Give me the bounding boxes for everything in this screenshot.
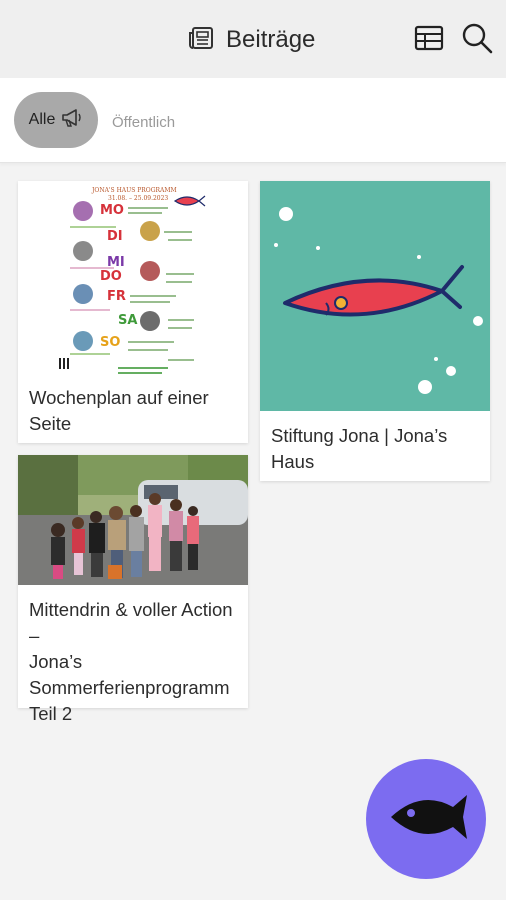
poster-day: SA — [118, 313, 138, 328]
filter-chip-all-label: Alle — [28, 111, 56, 128]
post-card[interactable]: JONA'S HAUS PROGRAMM 31.08. – 25.09.2023… — [18, 181, 248, 443]
fish-icon — [383, 787, 469, 852]
poster-day: FR — [107, 289, 126, 304]
post-card[interactable]: Stiftung Jona | Jona’s Haus — [260, 181, 490, 481]
poster-day: MO — [100, 203, 124, 218]
megaphone-icon — [61, 108, 83, 133]
filter-bar: Alle — [0, 78, 506, 163]
poster-day: SO — [100, 335, 121, 350]
poster-dates: 31.08. – 25.09.2023 — [108, 195, 169, 202]
post-image-weekly-plan: JONA'S HAUS PROGRAMM 31.08. – 25.09.2023… — [18, 181, 248, 381]
qr-code — [59, 358, 70, 369]
header-title-group: Beiträge — [188, 22, 315, 58]
search-icon[interactable] — [461, 22, 493, 54]
fish-logo — [283, 265, 464, 317]
post-image-jona-logo — [260, 181, 490, 411]
poster-day: DO — [100, 269, 122, 284]
post-title: Mittendrin & voller Action – Jona’s Somm… — [29, 599, 233, 724]
poster-fish-graphic — [173, 195, 206, 207]
fish-fab-button[interactable] — [366, 759, 486, 879]
poster-day: DI — [107, 229, 123, 244]
table-icon[interactable] — [413, 22, 445, 54]
post-title: Stiftung Jona | Jona’s Haus — [271, 425, 448, 472]
news-icon — [188, 26, 214, 55]
app-header: Beiträge — [0, 0, 506, 78]
filter-chip-public[interactable]: Öffentlich — [112, 114, 175, 131]
page-title: Beiträge — [226, 26, 316, 53]
post-card[interactable]: Mittendrin & voller Action – Jona’s Somm… — [18, 455, 248, 724]
poster-heading: JONA'S HAUS PROGRAMM — [92, 187, 177, 194]
filter-chip-all[interactable]: Alle — [14, 92, 98, 148]
post-title: Wochenplan auf einer Seite — [29, 387, 209, 434]
post-image-group-photo — [18, 455, 248, 585]
